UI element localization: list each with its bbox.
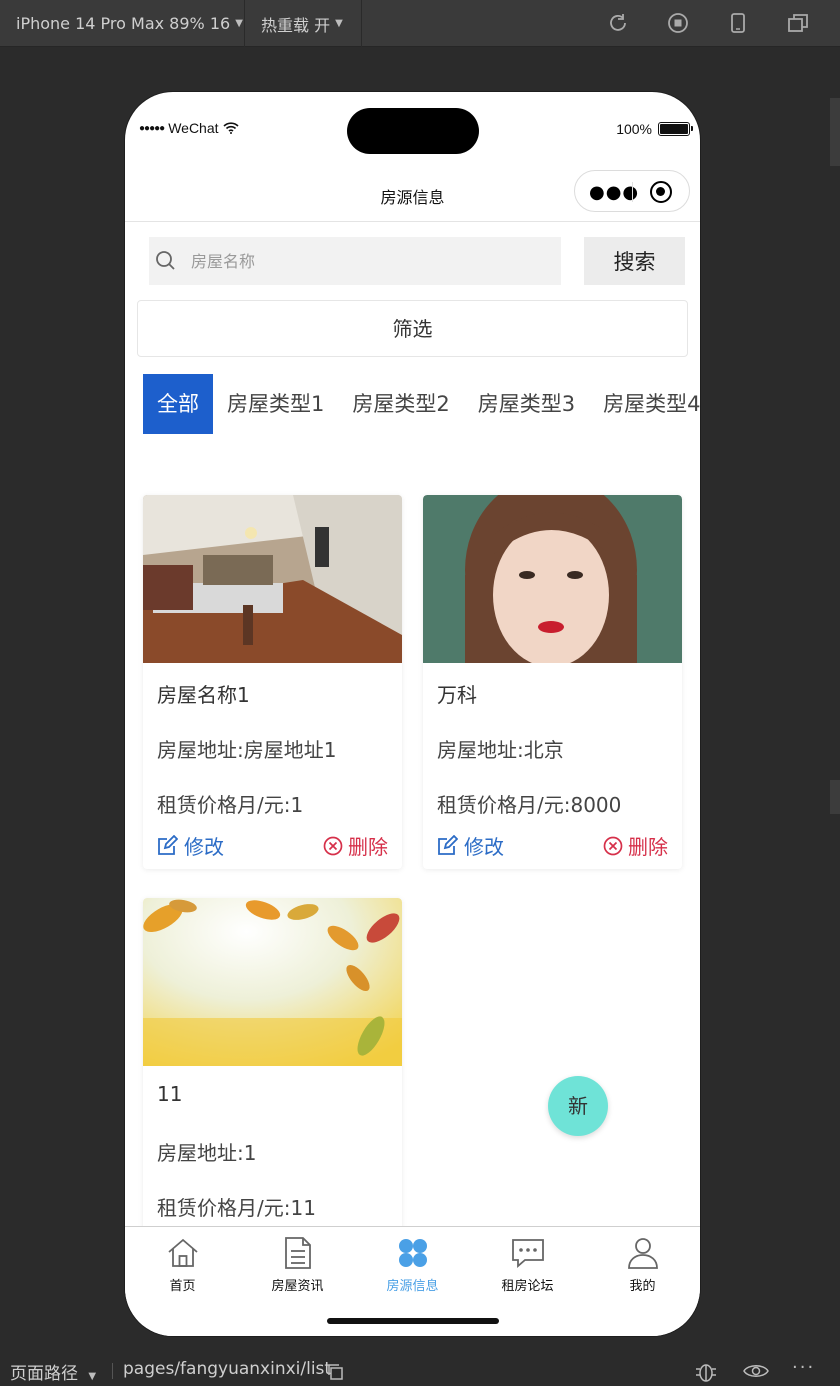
caret-down-icon: ▼: [335, 18, 343, 29]
mini-program-capsule: ●●●: [574, 170, 690, 212]
tabbar-item-mine[interactable]: 我的: [585, 1235, 700, 1294]
listing-card[interactable]: 万科 房屋地址:北京 租赁价格月/元:8000 修改 删除: [423, 495, 682, 869]
filter-button[interactable]: 筛选: [137, 300, 688, 357]
scrollbar-thumb[interactable]: [830, 98, 840, 166]
search-icon: [156, 251, 175, 270]
hot-reload-toggle[interactable]: 热重载 开 ▼: [261, 0, 343, 47]
add-new-button[interactable]: 新: [548, 1076, 608, 1136]
edit-button[interactable]: 修改: [437, 831, 504, 860]
dynamic-island: [347, 108, 479, 154]
carrier-label: WeChat: [168, 120, 219, 136]
nav-bar: 房源信息 ●●●: [125, 168, 700, 222]
search-input[interactable]: [191, 237, 551, 285]
listing-name: 房屋名称1: [157, 683, 250, 707]
tabbar-label: 房源信息: [386, 1279, 439, 1294]
tab-all[interactable]: 全部: [143, 374, 213, 434]
tab-type-4[interactable]: 房屋类型4: [589, 374, 700, 434]
listing-card[interactable]: 11 房屋地址:1 租赁价格月/元:11: [143, 898, 402, 1238]
home-icon: [167, 1238, 198, 1267]
tabbar-item-listings[interactable]: 房源信息: [355, 1235, 470, 1294]
stop-icon[interactable]: [667, 12, 689, 34]
delete-button[interactable]: 删除: [323, 831, 388, 860]
listing-address: 房屋地址:房屋地址1: [157, 738, 337, 762]
tabbar-label: 房屋资讯: [271, 1279, 324, 1294]
chat-icon: [511, 1239, 544, 1268]
listing-name: 万科: [437, 683, 477, 707]
ide-toolbar: iPhone 14 Pro Max 89% 16 ▼ 热重载 开 ▼: [0, 0, 840, 47]
delete-label: 删除: [348, 835, 388, 859]
device-label: iPhone 14 Pro Max 89% 16: [16, 14, 231, 33]
tab-type-2[interactable]: 房屋类型2: [338, 374, 463, 434]
delete-circle-x-icon: [603, 836, 623, 855]
listing-card[interactable]: 房屋名称1 房屋地址:房屋地址1 租赁价格月/元:1 修改 删除: [143, 495, 402, 869]
signal-icon: ●●●●●: [139, 122, 165, 134]
delete-circle-x-icon: [323, 836, 343, 855]
edit-button[interactable]: 修改: [157, 831, 224, 860]
status-battery: 100%: [616, 121, 693, 137]
listing-name: 11: [157, 1082, 183, 1106]
listing-price: 租赁价格月/元:8000: [437, 793, 622, 817]
battery-percent: 100%: [616, 121, 652, 137]
device-selector[interactable]: iPhone 14 Pro Max 89% 16 ▼: [16, 0, 243, 47]
listing-photo-room: [143, 495, 402, 663]
page-path-selector[interactable]: 页面路径 ▼: [10, 1359, 96, 1384]
home-indicator: [327, 1318, 499, 1324]
caret-down-icon: ▼: [235, 18, 243, 29]
tabbar-item-home[interactable]: 首页: [125, 1235, 240, 1294]
phone-simulator: ●●●●● WeChat 100% 房源信息 ●●● 搜索 筛选 全部 房屋类型…: [125, 92, 700, 1336]
status-carrier: ●●●●● WeChat: [139, 120, 239, 136]
listing-photo-portrait: [423, 495, 682, 663]
close-target-icon[interactable]: [650, 181, 672, 203]
scrollbar-thumb[interactable]: [830, 780, 840, 814]
detach-window-icon[interactable]: [787, 12, 809, 34]
battery-icon: [658, 122, 693, 136]
tabbar-item-news[interactable]: 房屋资讯: [240, 1235, 355, 1294]
listing-address: 房屋地址:1: [157, 1141, 257, 1165]
caret-down-icon: ▼: [88, 1371, 97, 1382]
listing-price: 租赁价格月/元:1: [157, 793, 304, 817]
toolbar-divider: [244, 0, 245, 47]
eye-icon[interactable]: [743, 1361, 769, 1381]
copy-icon[interactable]: [326, 1363, 344, 1381]
delete-label: 删除: [628, 835, 668, 859]
delete-button[interactable]: 删除: [603, 831, 668, 860]
category-tabs: 全部 房屋类型1 房屋类型2 房屋类型3 房屋类型4: [143, 374, 700, 434]
ide-status-bar: 页面路径 ▼ pages/fangyuanxinxi/list ···: [0, 1355, 840, 1386]
tabbar-label: 首页: [169, 1279, 196, 1294]
listing-price: 租赁价格月/元:11: [157, 1196, 316, 1220]
edit-icon: [158, 835, 178, 855]
refresh-icon[interactable]: [607, 12, 629, 34]
user-icon: [627, 1238, 658, 1269]
tabbar-label: 我的: [629, 1279, 656, 1294]
tabbar-label: 租房论坛: [501, 1279, 554, 1294]
search-box: [149, 237, 561, 285]
search-button[interactable]: 搜索: [584, 237, 685, 285]
wifi-icon: [222, 122, 239, 134]
edit-icon: [438, 835, 458, 855]
grid-icon: [398, 1239, 427, 1267]
edit-label: 修改: [464, 835, 504, 859]
bug-icon[interactable]: [694, 1360, 718, 1382]
status-divider: [112, 1363, 113, 1379]
document-icon: [284, 1237, 311, 1269]
tab-type-1[interactable]: 房屋类型1: [213, 374, 338, 434]
listing-address: 房屋地址:北京: [437, 738, 564, 762]
page-path: pages/fangyuanxinxi/list: [123, 1359, 332, 1379]
hot-reload-label: 热重载 开: [261, 15, 331, 35]
page-path-label: 页面路径: [10, 1364, 78, 1384]
tab-type-3[interactable]: 房屋类型3: [464, 374, 589, 434]
phone-preview-icon[interactable]: [727, 12, 749, 34]
more-icon[interactable]: ···: [792, 1357, 815, 1378]
tabbar-item-forum[interactable]: 租房论坛: [470, 1235, 585, 1294]
capsule-divider: [632, 182, 633, 202]
toolbar-divider: [361, 0, 362, 47]
edit-label: 修改: [184, 835, 224, 859]
listing-photo-leaves: [143, 898, 402, 1066]
